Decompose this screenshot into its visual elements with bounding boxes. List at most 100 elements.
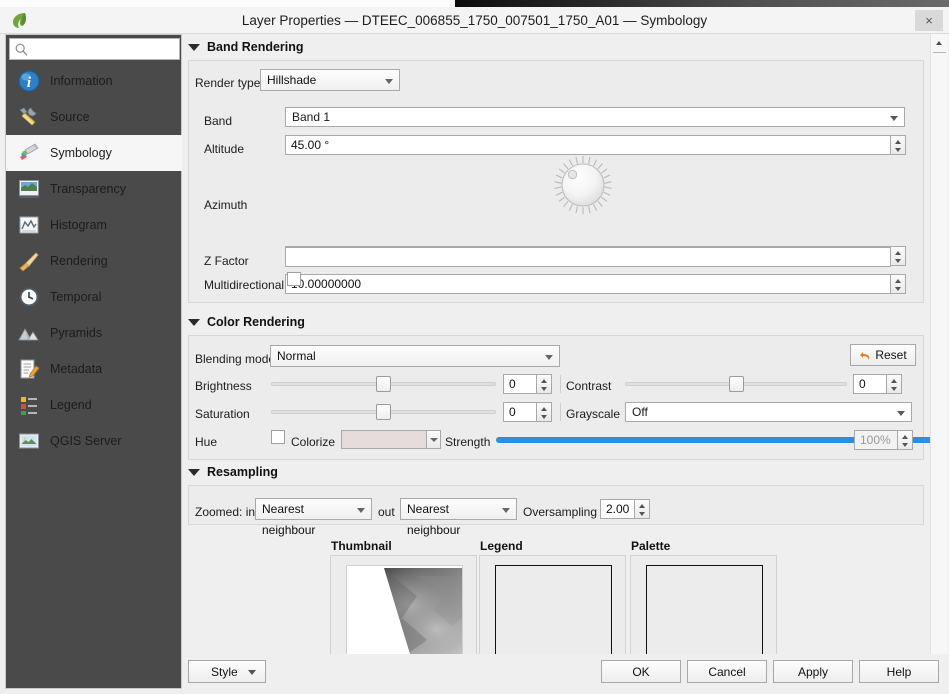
z-factor-input[interactable] (285, 247, 891, 267)
resampling-header[interactable]: Resampling (188, 465, 278, 479)
z-factor-field[interactable]: 10.00000000 (285, 274, 891, 294)
oversampling-stepper[interactable] (635, 499, 650, 519)
saturation-slider[interactable] (271, 403, 496, 421)
collapse-triangle-icon[interactable] (188, 43, 200, 51)
stepper-up-icon[interactable] (902, 435, 908, 439)
blending-mode-select[interactable]: Normal (270, 345, 560, 367)
sidebar-item-label: Pyramids (50, 326, 103, 340)
stepper-down-icon[interactable] (891, 387, 897, 391)
sidebar-item-source[interactable]: Source (6, 99, 183, 135)
collapse-triangle-icon[interactable] (188, 468, 200, 476)
stepper-down-icon[interactable] (639, 512, 645, 516)
stepper-down-icon[interactable] (541, 415, 547, 419)
stepper-down-icon[interactable] (895, 259, 901, 263)
brightness-slider[interactable] (271, 375, 496, 393)
stepper-up-icon[interactable] (895, 279, 901, 283)
divider (560, 375, 561, 393)
style-label: Style (211, 665, 238, 679)
sidebar-item-information[interactable]: i Information (6, 63, 183, 99)
oversampling-input[interactable]: 2.00 (600, 499, 635, 519)
dialog-footer: Style OK Cancel Apply Help (182, 654, 949, 694)
contrast-slider[interactable] (625, 375, 847, 393)
stepper-up-icon[interactable] (891, 379, 897, 383)
render-type-select[interactable]: Hillshade (260, 69, 400, 91)
sidebar-item-transparency[interactable]: Transparency (6, 171, 183, 207)
multidirectional-checkbox[interactable] (287, 272, 301, 286)
z-factor-stepper[interactable] (891, 274, 906, 294)
colorize-checkbox[interactable] (271, 430, 285, 444)
sidebar-search[interactable] (9, 38, 180, 60)
stepper-down-icon[interactable] (541, 387, 547, 391)
search-input[interactable] (34, 40, 176, 58)
sidebar-item-pyramids[interactable]: Pyramids (6, 315, 183, 351)
sidebar-nav-list: i Information Source Symbology Transpare… (6, 63, 183, 459)
azimuth-dial-icon[interactable] (550, 154, 616, 219)
content-scrollbar[interactable] (930, 34, 948, 654)
sidebar-item-temporal[interactable]: Temporal (6, 279, 183, 315)
scrollbar-thumb-edge (933, 52, 946, 53)
stepper-down-icon[interactable] (902, 443, 908, 447)
apply-button[interactable]: Apply (773, 660, 853, 683)
slider-handle[interactable] (376, 376, 391, 392)
grayscale-label: Grayscale (566, 407, 621, 421)
azimuth-stepper[interactable] (891, 246, 906, 266)
stepper-up-icon[interactable] (541, 407, 547, 411)
stepper-down-icon[interactable] (895, 148, 901, 152)
help-button[interactable]: Help (859, 660, 939, 683)
sidebar-item-histogram[interactable]: Histogram (6, 207, 183, 243)
color-rendering-header[interactable]: Color Rendering (188, 315, 305, 329)
ok-button[interactable]: OK (601, 660, 681, 683)
sidebar-item-rendering[interactable]: Rendering (6, 243, 183, 279)
style-button[interactable]: Style (188, 660, 266, 683)
brightness-stepper[interactable] (537, 374, 552, 394)
reset-label: Reset (875, 348, 907, 362)
band-rendering-header[interactable]: Band Rendering (188, 40, 304, 54)
chevron-down-icon (545, 355, 553, 360)
saturation-input[interactable]: 0 (503, 402, 537, 422)
strength-input: 100% (854, 430, 898, 450)
close-icon[interactable]: × (915, 10, 943, 31)
sidebar-item-qgis-server[interactable]: QGIS Server (6, 423, 183, 459)
stepper-up-icon[interactable] (895, 251, 901, 255)
titlebar-top-light-strip (0, 0, 455, 7)
cancel-button[interactable]: Cancel (687, 660, 767, 683)
divider (560, 403, 561, 421)
source-wrench-icon (16, 104, 42, 130)
altitude-value: 45.00 ° (291, 138, 330, 152)
saturation-stepper[interactable] (537, 402, 552, 422)
chevron-down-icon (430, 438, 438, 442)
stepper-up-icon[interactable] (541, 379, 547, 383)
altitude-input[interactable]: 45.00 ° (285, 135, 891, 155)
strength-stepper[interactable] (898, 430, 913, 450)
azimuth-label: Azimuth (204, 198, 248, 212)
contrast-stepper[interactable] (887, 374, 902, 394)
stepper-up-icon[interactable] (895, 140, 901, 144)
window-titlebar: Layer Properties — DTEEC_006855_1750_007… (0, 7, 949, 34)
stepper-up-icon[interactable] (639, 504, 645, 508)
sidebar-item-legend[interactable]: Legend (6, 387, 183, 423)
slider-handle[interactable] (376, 404, 391, 420)
collapse-triangle-icon[interactable] (188, 318, 200, 326)
blending-mode-value: Normal (277, 349, 316, 363)
colorize-color-swatch[interactable] (341, 430, 427, 449)
sidebar-item-metadata[interactable]: Metadata (6, 351, 183, 387)
sidebar-item-symbology[interactable]: Symbology (6, 135, 183, 171)
altitude-stepper[interactable] (891, 135, 906, 155)
palette-preview-box (630, 555, 777, 654)
stepper-down-icon[interactable] (895, 287, 901, 291)
sidebar-item-label: QGIS Server (50, 434, 122, 448)
band-select[interactable]: Band 1 (285, 107, 905, 127)
brightness-input[interactable]: 0 (503, 374, 537, 394)
contrast-input[interactable]: 0 (853, 374, 887, 394)
strength-value: 100% (860, 433, 891, 447)
scroll-up-icon[interactable] (932, 36, 946, 50)
reset-button[interactable]: Reset (850, 344, 916, 366)
zoomed-in-select[interactable]: Nearest neighbour (255, 498, 372, 537)
band-label: Band (204, 114, 233, 128)
legend-icon (16, 392, 42, 418)
grayscale-select[interactable]: Off (625, 402, 912, 422)
zoomed-out-select[interactable]: Nearest neighbour (400, 498, 517, 537)
clock-icon (16, 284, 42, 310)
colorize-color-dropdown[interactable] (427, 430, 441, 449)
slider-handle[interactable] (729, 376, 744, 392)
